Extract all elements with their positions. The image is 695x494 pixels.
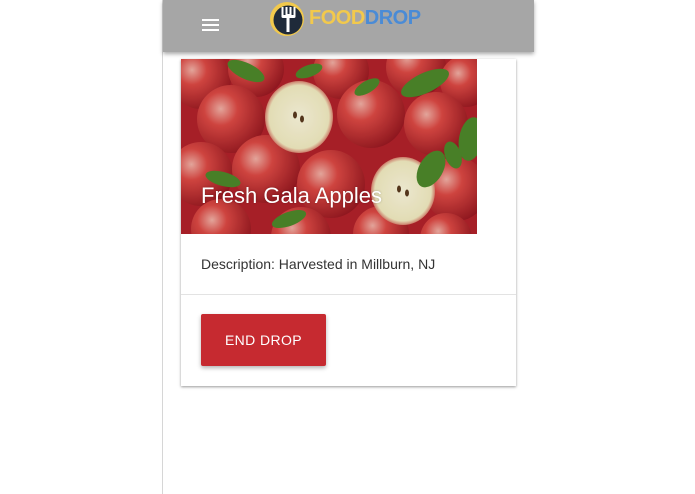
logo-text: FOODDROP <box>309 7 421 30</box>
drop-card: Fresh Gala Apples Description: Harvested… <box>181 59 516 386</box>
logo-text-food: FOOD <box>309 6 365 29</box>
app-logo[interactable]: FOODDROP <box>267 0 421 40</box>
apples-image: Fresh Gala Apples <box>181 59 477 234</box>
logo-text-drop: DROP <box>364 6 421 29</box>
menu-icon[interactable] <box>199 14 223 36</box>
app-frame: FOODDROP Fresh Gala Apples Description: … <box>162 0 534 494</box>
card-description: Description: Harvested in Millburn, NJ <box>201 256 436 272</box>
end-drop-button[interactable]: END DROP <box>201 314 326 366</box>
card-divider <box>181 294 516 295</box>
fork-logo-icon <box>270 2 304 36</box>
card-title: Fresh Gala Apples <box>201 183 382 208</box>
app-bar: FOODDROP <box>163 0 534 52</box>
